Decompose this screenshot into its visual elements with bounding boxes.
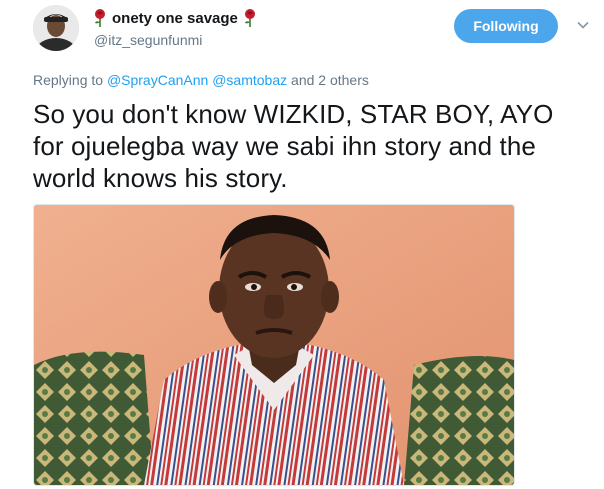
tweet-card: onety one savage @itz_segunfunmi Followi… (0, 0, 604, 489)
replying-suffix[interactable]: and 2 others (291, 72, 369, 88)
tweet-photo[interactable] (33, 204, 515, 486)
mention-link[interactable]: @samtobaz (212, 72, 287, 88)
author-handle[interactable]: @itz_segunfunmi (94, 32, 202, 48)
mention-link[interactable]: @SprayCanAnn (107, 72, 208, 88)
replying-to: Replying to @SprayCanAnn @samtobaz and 2… (33, 72, 369, 88)
rose-icon (242, 8, 258, 28)
tweet-text-line: for ojuelegba way we sabi ihn story and … (33, 131, 536, 161)
rose-icon (92, 8, 108, 28)
author-name-row[interactable]: onety one savage (92, 8, 258, 28)
avatar[interactable] (33, 5, 79, 51)
tweet-text: So you don't know WIZKID, STAR BOY, AYO … (33, 98, 593, 194)
following-button[interactable]: Following (454, 9, 558, 43)
replying-prefix: Replying to (33, 72, 104, 88)
tweet-text-line: world knows his story. (33, 163, 288, 193)
chevron-down-icon[interactable] (576, 18, 590, 32)
author-display-name: onety one savage (112, 9, 238, 27)
user-avatar-photo-icon (33, 5, 79, 51)
tweet-text-line: So you don't know WIZKID, STAR BOY, AYO (33, 99, 554, 129)
photo-image (34, 205, 514, 485)
